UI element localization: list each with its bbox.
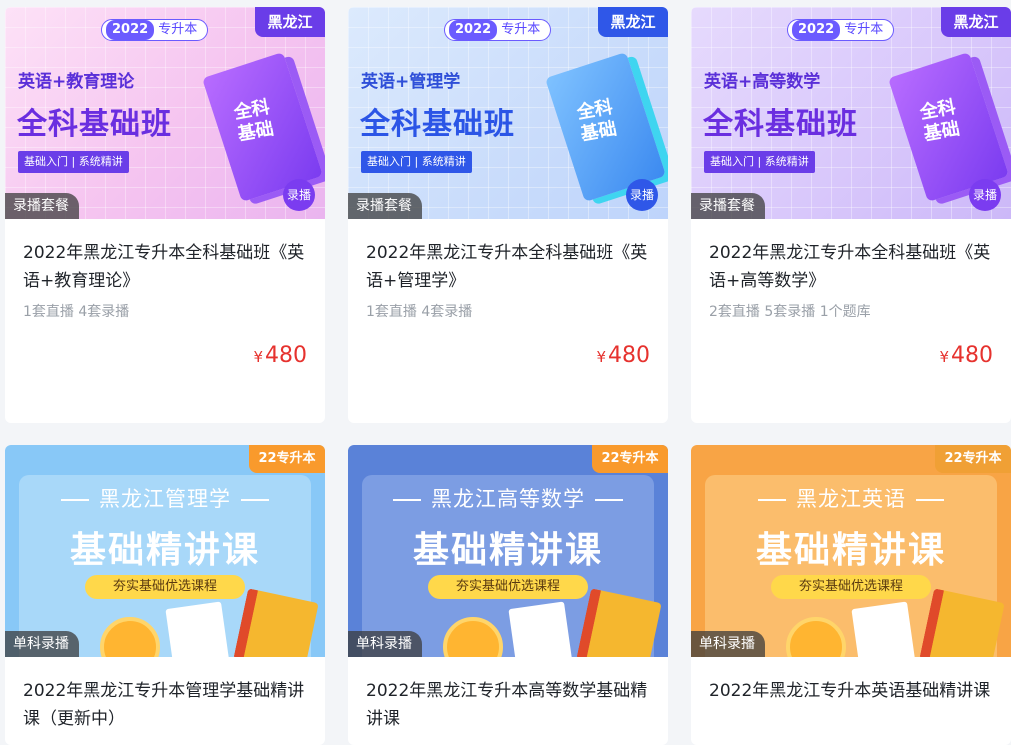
cover-title: 全科基础班 (360, 107, 515, 142)
cover-subtitle: 基础入门 | 系统精讲 (704, 151, 815, 173)
package-type-badge: 单科录播 (691, 631, 765, 657)
course-cover[interactable]: 22专升本 黑龙江管理学 基础精讲课 夯实基础优选课程 单科录播 (5, 445, 325, 657)
program-label: 专升本 (844, 22, 884, 37)
course-info: 2022年黑龙江专升本管理学基础精讲课（更新中） (5, 657, 325, 733)
cover-subject: 英语+教育理论 (18, 72, 135, 92)
cover-subject: 英语+高等数学 (704, 72, 821, 92)
cover-strip: 夯实基础优选课程 (85, 575, 245, 599)
course-info: 2022年黑龙江专升本高等数学基础精讲课 (348, 657, 668, 733)
cover-subject: 英语+管理学 (361, 72, 461, 92)
cover-headline: 黑龙江高等数学 (348, 483, 668, 513)
recording-badge: 录播 (626, 179, 658, 211)
region-tag: 黑龙江 (941, 7, 1011, 37)
course-info: 2022年黑龙江专升本全科基础班《英语+管理学》 1套直播 4套录播 ¥480 (348, 219, 668, 368)
course-card[interactable]: 2022 专升本 黑龙江 英语+管理学 全科基础班 基础入门 | 系统精讲 全科 … (348, 7, 668, 423)
cover-title: 基础精讲课 (412, 530, 603, 571)
year-pill: 2022 专升本 (101, 19, 209, 41)
year-pill: 2022 专升本 (444, 19, 552, 41)
program-tag: 22专升本 (592, 445, 668, 473)
course-title[interactable]: 2022年黑龙江专升本管理学基础精讲课（更新中） (23, 677, 307, 733)
cover-headline-text: 黑龙江英语 (796, 487, 906, 511)
paper-icon (508, 601, 574, 657)
program-label: 专升本 (158, 22, 198, 37)
cover-strip: 夯实基础优选课程 (771, 575, 931, 599)
price-value: 480 (265, 343, 307, 368)
book-label: 全科 基础 (575, 96, 619, 146)
cover-title: 全科基础班 (17, 107, 172, 142)
course-card[interactable]: 2022 专升本 黑龙江 英语+高等数学 全科基础班 基础入门 | 系统精讲 全科… (691, 7, 1011, 423)
cover-title: 基础精讲课 (69, 530, 260, 571)
cover-headline-text: 黑龙江高等数学 (431, 487, 585, 511)
course-card[interactable]: 22专升本 黑龙江英语 基础精讲课 夯实基础优选课程 单科录播 2022年黑龙江… (691, 445, 1011, 745)
cover-strip: 夯实基础优选课程 (428, 575, 588, 599)
course-meta: 2套直播 5套录播 1个题库 (709, 304, 871, 320)
course-cover[interactable]: 22专升本 黑龙江高等数学 基础精讲课 夯实基础优选课程 单科录播 (348, 445, 668, 657)
year-label: 2022 (449, 20, 498, 40)
paper-icon (851, 601, 917, 657)
course-title[interactable]: 2022年黑龙江专升本全科基础班《英语+教育理论》 (23, 239, 307, 295)
region-tag: 黑龙江 (598, 7, 668, 37)
course-info: 2022年黑龙江专升本英语基础精讲课 (691, 657, 1011, 705)
currency-symbol: ¥ (939, 348, 949, 366)
course-price: ¥480 (253, 343, 307, 368)
package-type-badge: 录播套餐 (691, 193, 765, 219)
cover-subtitle: 基础入门 | 系统精讲 (361, 151, 472, 173)
package-type-badge: 录播套餐 (348, 193, 422, 219)
paper-icon (165, 601, 231, 657)
course-grid: 2022 专升本 黑龙江 英语+教育理论 全科基础班 基础入门 | 系统精讲 全科… (0, 0, 1011, 745)
program-label: 专升本 (501, 22, 541, 37)
package-type-badge: 录播套餐 (5, 193, 79, 219)
course-card[interactable]: 2022 专升本 黑龙江 英语+教育理论 全科基础班 基础入门 | 系统精讲 全科… (5, 7, 325, 423)
course-meta: 1套直播 4套录播 (23, 304, 130, 320)
recording-badge: 录播 (969, 179, 1001, 211)
price-value: 480 (951, 343, 993, 368)
program-tag: 22专升本 (249, 445, 325, 473)
program-tag: 22专升本 (935, 445, 1011, 473)
book-label: 全科 基础 (232, 96, 276, 146)
course-info: 2022年黑龙江专升本全科基础班《英语+高等数学》 2套直播 5套录播 1个题库… (691, 219, 1011, 368)
course-cover[interactable]: 2022 专升本 黑龙江 英语+教育理论 全科基础班 基础入门 | 系统精讲 全科… (5, 7, 325, 219)
year-pill: 2022 专升本 (787, 19, 895, 41)
cover-title: 全科基础班 (703, 107, 858, 142)
course-title[interactable]: 2022年黑龙江专升本全科基础班《英语+高等数学》 (709, 239, 993, 295)
package-type-badge: 单科录播 (5, 631, 79, 657)
course-title[interactable]: 2022年黑龙江专升本全科基础班《英语+管理学》 (366, 239, 650, 295)
region-tag: 黑龙江 (255, 7, 325, 37)
course-card[interactable]: 22专升本 黑龙江管理学 基础精讲课 夯实基础优选课程 单科录播 2022年黑龙… (5, 445, 325, 745)
cover-headline-text: 黑龙江管理学 (99, 487, 231, 511)
book-label: 全科 基础 (918, 96, 962, 146)
cover-headline: 黑龙江管理学 (5, 483, 325, 513)
course-price: ¥480 (596, 343, 650, 368)
price-value: 480 (608, 343, 650, 368)
cover-subtitle: 基础入门 | 系统精讲 (18, 151, 129, 173)
package-type-badge: 单科录播 (348, 631, 422, 657)
course-card[interactable]: 22专升本 黑龙江高等数学 基础精讲课 夯实基础优选课程 单科录播 2022年黑… (348, 445, 668, 745)
course-cover[interactable]: 2022 专升本 黑龙江 英语+高等数学 全科基础班 基础入门 | 系统精讲 全科… (691, 7, 1011, 219)
recording-badge: 录播 (283, 179, 315, 211)
course-price: ¥480 (939, 343, 993, 368)
currency-symbol: ¥ (253, 348, 263, 366)
course-cover[interactable]: 2022 专升本 黑龙江 英语+管理学 全科基础班 基础入门 | 系统精讲 全科 … (348, 7, 668, 219)
currency-symbol: ¥ (596, 348, 606, 366)
year-label: 2022 (106, 20, 155, 40)
course-title[interactable]: 2022年黑龙江专升本英语基础精讲课 (709, 677, 993, 705)
course-meta: 1套直播 4套录播 (366, 304, 473, 320)
cover-title: 基础精讲课 (755, 530, 946, 571)
course-info: 2022年黑龙江专升本全科基础班《英语+教育理论》 1套直播 4套录播 ¥480 (5, 219, 325, 368)
course-title[interactable]: 2022年黑龙江专升本高等数学基础精讲课 (366, 677, 650, 733)
cover-headline: 黑龙江英语 (691, 483, 1011, 513)
course-cover[interactable]: 22专升本 黑龙江英语 基础精讲课 夯实基础优选课程 单科录播 (691, 445, 1011, 657)
year-label: 2022 (792, 20, 841, 40)
